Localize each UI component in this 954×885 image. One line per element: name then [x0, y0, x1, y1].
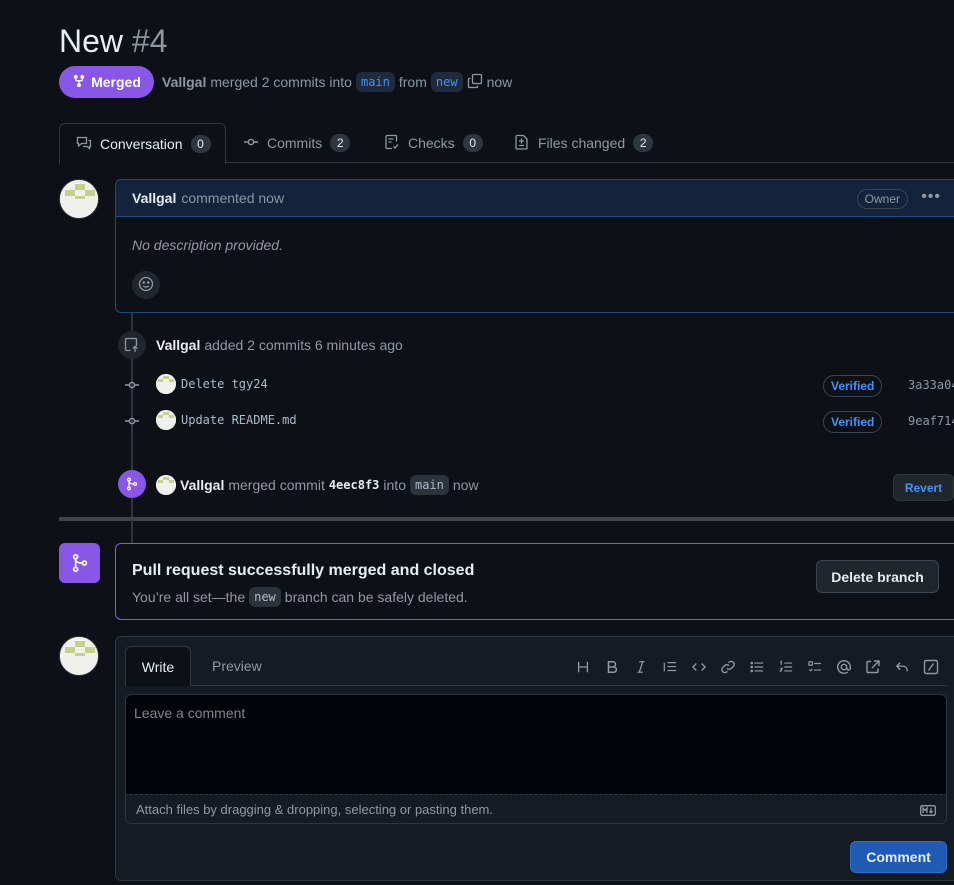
commit-sha[interactable]: 3a33a04: [908, 378, 954, 392]
event-author[interactable]: Vallgal: [180, 477, 224, 493]
merge-event: Vallgal merged commit 4eec8f3 into main …: [180, 475, 479, 495]
commit-dot-icon: [124, 377, 140, 393]
delete-branch-button[interactable]: Delete branch: [816, 560, 939, 593]
heading-icon[interactable]: [568, 656, 597, 678]
from-text: from: [398, 74, 427, 90]
link-icon[interactable]: [713, 656, 742, 678]
reply-icon[interactable]: [887, 656, 916, 678]
bulleted-list-icon[interactable]: [742, 656, 771, 678]
pr-summary: Vallgal merged 2 commits into main from …: [162, 72, 512, 92]
base-branch[interactable]: main: [355, 72, 395, 92]
head-branch[interactable]: new: [249, 587, 281, 607]
merge-event-icon: [118, 470, 146, 498]
commit-dot-icon: [124, 413, 140, 429]
status-badge: Merged: [59, 66, 154, 98]
timeline-line: [131, 520, 133, 544]
tab-count: 0: [462, 134, 483, 152]
tab-count: 2: [330, 134, 351, 152]
comment-submit-button[interactable]: Comment: [850, 841, 947, 873]
tab-count: 2: [633, 134, 654, 152]
comment-action: commented now: [181, 190, 285, 206]
comment-textarea[interactable]: [125, 694, 947, 794]
event-text: added 2 commits 6 minutes ago: [204, 337, 403, 353]
conversation-icon: [76, 135, 92, 154]
verified-badge[interactable]: Verified: [823, 375, 883, 397]
copy-icon[interactable]: [467, 73, 483, 92]
commit-icon: [243, 134, 259, 153]
merged-status-desc: You’re all set—the new branch can be saf…: [132, 587, 468, 607]
head-branch[interactable]: new: [430, 72, 463, 92]
avatar[interactable]: [156, 410, 176, 430]
comment-editor: Write Preview Attach files by dragging &…: [115, 636, 954, 881]
avatar[interactable]: [59, 179, 99, 219]
comment-header: Vallgal commented now: [116, 180, 954, 217]
base-branch[interactable]: main: [409, 475, 449, 495]
add-reaction-button[interactable]: [132, 271, 160, 299]
avatar[interactable]: [156, 374, 176, 394]
commits-added-event: Vallgal added 2 commits 6 minutes ago: [156, 335, 403, 355]
event-text: merged commit: [228, 477, 325, 493]
avatar[interactable]: [59, 636, 99, 676]
reference-icon[interactable]: [858, 656, 887, 678]
into-text: into: [383, 477, 406, 493]
avatar[interactable]: [156, 475, 176, 495]
attach-text: Attach files by dragging & dropping, sel…: [136, 801, 493, 817]
commit-sha[interactable]: 9eaf714: [908, 414, 954, 428]
merge-commit-sha[interactable]: 4eec8f3: [329, 478, 380, 492]
merge-icon: [72, 74, 86, 91]
markdown-toolbar: [568, 656, 945, 678]
merged-status-box: Pull request successfully merged and clo…: [115, 543, 954, 620]
italic-icon[interactable]: [626, 656, 655, 678]
revert-button[interactable]: Revert: [893, 474, 954, 501]
comment-card: Vallgal commented now Owner ••• No descr…: [115, 179, 954, 313]
tab-label: Conversation: [100, 136, 183, 152]
smiley-icon: [138, 276, 154, 295]
tab-label: Checks: [408, 135, 455, 151]
event-author[interactable]: Vallgal: [156, 337, 200, 353]
tab-conversation[interactable]: Conversation 0: [59, 123, 226, 164]
tab-preview[interactable]: Preview: [212, 658, 262, 674]
owner-badge: Owner: [856, 189, 908, 209]
file-diff-icon: [514, 134, 530, 153]
quote-icon[interactable]: [655, 656, 684, 678]
kebab-menu-icon[interactable]: •••: [921, 188, 941, 206]
push-event-icon: [118, 331, 146, 359]
desc-text: branch can be safely deleted.: [284, 589, 468, 605]
timeline-end-divider: [59, 517, 954, 521]
attach-files-bar[interactable]: Attach files by dragging & dropping, sel…: [125, 794, 947, 824]
merged-status-icon: [59, 543, 100, 583]
checklist-icon: [384, 134, 400, 153]
tab-commits[interactable]: Commits 2: [243, 123, 351, 163]
markdown-icon[interactable]: [920, 804, 936, 819]
tab-label: Commits: [267, 135, 323, 151]
comment-body: No description provided.: [132, 237, 283, 253]
tab-files-changed[interactable]: Files changed 2: [514, 123, 654, 163]
desc-text: You’re all set—the: [132, 589, 246, 605]
commit-message[interactable]: Delete tgy24: [181, 377, 268, 391]
slash-commands-icon[interactable]: [916, 656, 945, 678]
author-link[interactable]: Vallgal: [162, 74, 206, 90]
bold-icon[interactable]: [597, 656, 626, 678]
pr-number: #4: [131, 23, 168, 59]
mention-icon[interactable]: [829, 656, 858, 678]
pr-title: New: [59, 23, 124, 59]
tab-checks[interactable]: Checks 0: [384, 123, 483, 163]
code-icon[interactable]: [684, 656, 713, 678]
page-title: New #4: [59, 22, 168, 60]
merged-text: merged 2 commits into: [210, 74, 352, 90]
numbered-list-icon[interactable]: [771, 656, 800, 678]
status-badge-label: Merged: [91, 74, 141, 90]
tab-count: 0: [190, 135, 211, 153]
tab-write[interactable]: Write: [125, 646, 191, 686]
verified-badge[interactable]: Verified: [823, 411, 883, 433]
task-list-icon[interactable]: [800, 656, 829, 678]
merged-status-title: Pull request successfully merged and clo…: [132, 562, 475, 579]
editor-tabs-divider: [125, 685, 947, 686]
event-time: now: [452, 477, 479, 493]
tab-label: Files changed: [538, 135, 626, 151]
pr-time: now: [486, 74, 513, 90]
comment-author[interactable]: Vallgal: [132, 190, 176, 206]
commit-message[interactable]: Update README.md: [181, 413, 297, 427]
